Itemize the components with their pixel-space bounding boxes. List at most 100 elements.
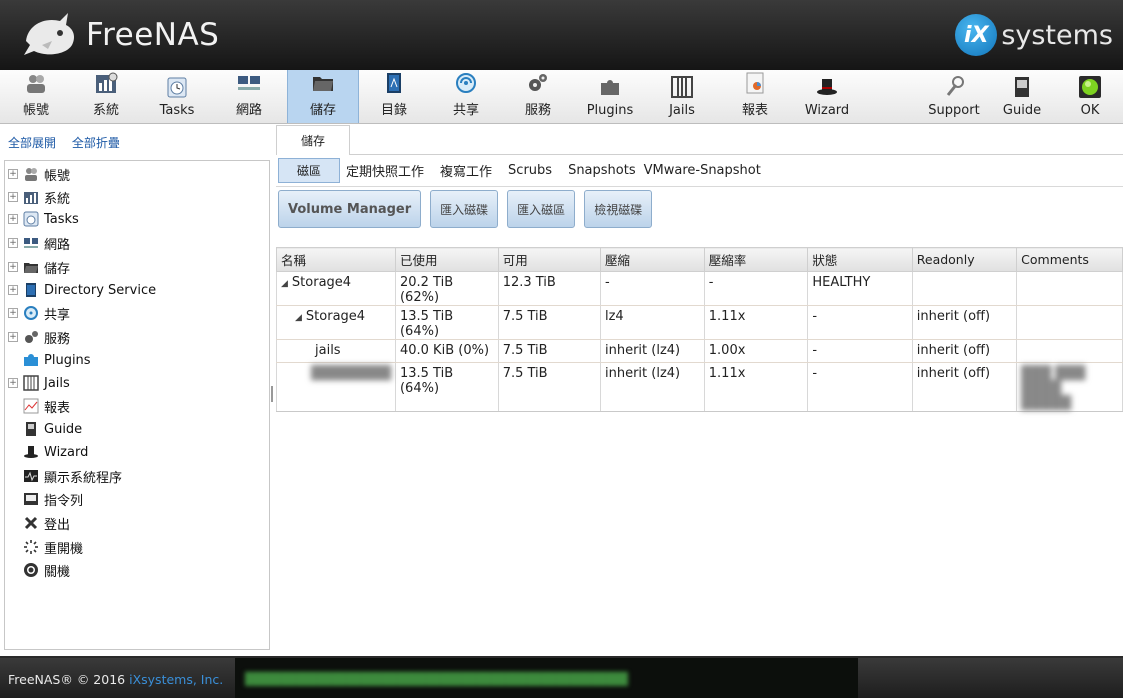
tree-item-wizard[interactable]: Wizard [5, 442, 88, 462]
power-icon [23, 562, 39, 578]
toolbar-reports[interactable]: 報表 [719, 70, 791, 123]
toolbar-label: 系統 [92, 103, 119, 118]
toolbar-support[interactable]: Support [918, 70, 990, 123]
tab-storage[interactable]: 儲存 [276, 125, 350, 155]
subtab-periodic-snapshots[interactable]: 定期快照工作 [346, 161, 424, 180]
directory-icon [23, 282, 39, 298]
cell-comments [1016, 339, 1123, 363]
volume-manager-button[interactable]: Volume Manager [278, 190, 422, 228]
collapse-caret-icon[interactable]: ◢ [295, 313, 302, 323]
subtab-snapshots[interactable]: Snapshots [568, 163, 636, 178]
cell-used: 13.5 TiB (64%) [394, 305, 499, 340]
pane-splitter[interactable] [271, 386, 273, 402]
tree-item-guide[interactable]: Guide [5, 419, 82, 439]
cell-available: 7.5 TiB [497, 362, 601, 412]
cell-ratio: 1.11x [703, 305, 809, 340]
column-compression[interactable]: 壓縮 [599, 247, 705, 272]
row-name: jails [315, 343, 341, 358]
logout-x-icon [23, 515, 39, 531]
tree-item-label: 關機 [44, 564, 71, 580]
tree-item-label: 指令列 [44, 493, 84, 509]
subtab-scrubs[interactable]: Scrubs [508, 163, 552, 178]
cell-available: 7.5 TiB [497, 305, 601, 340]
table-row[interactable]: ████████ 13.5 TiB (64%) 7.5 TiB inherit … [276, 362, 1123, 412]
console-message-bar[interactable]: ████████████████████████████████████████… [235, 658, 858, 698]
expand-icon[interactable]: + [8, 238, 18, 248]
expand-icon[interactable]: + [8, 262, 18, 272]
tree-item-label: Jails [44, 375, 70, 391]
tree-item-label: 共享 [44, 307, 71, 323]
import-volume-button[interactable]: 匯入磁區 [507, 190, 576, 228]
tree-item-label: 登出 [44, 517, 71, 533]
tree-item-storage[interactable]: + 儲存 [5, 257, 70, 277]
report-icon [23, 398, 39, 414]
expand-icon[interactable]: + [8, 308, 18, 318]
toolbar-plugins[interactable]: Plugins [574, 70, 646, 123]
subtab-vmware-snapshot[interactable]: VMware-Snapshot [644, 163, 761, 178]
network-icon [23, 235, 39, 251]
expand-icon[interactable]: + [8, 285, 18, 295]
toolbar-tasks[interactable]: Tasks [141, 70, 213, 123]
expand-icon[interactable]: + [8, 214, 18, 224]
tree-item-tasks[interactable]: + Tasks [5, 209, 79, 229]
report-icon [743, 71, 767, 95]
tree-item-directory-service[interactable]: + Directory Service [5, 280, 156, 300]
gears-icon [526, 71, 550, 95]
cell-compression: inherit (lz4) [599, 339, 705, 363]
toolbar-directory[interactable]: 目錄 [358, 70, 430, 123]
tree-item-system[interactable]: + 系統 [5, 187, 70, 207]
tree-item-reboot[interactable]: 重開機 [5, 537, 83, 557]
puzzle-icon [598, 75, 622, 99]
expand-icon[interactable]: + [8, 169, 18, 179]
column-compression-ratio[interactable]: 壓縮率 [703, 247, 809, 272]
column-status[interactable]: 狀態 [807, 247, 913, 272]
tree-item-jails[interactable]: + Jails [5, 373, 70, 393]
toolbar-services[interactable]: 服務 [502, 70, 574, 123]
tab-divider [350, 154, 1123, 155]
redacted-console-text: ████████████████████████████████████████… [245, 672, 628, 686]
table-row[interactable]: ◢ Storage4 13.5 TiB (64%) 7.5 TiB lz4 1.1… [276, 305, 1123, 340]
table-row[interactable]: jails 40.0 KiB (0%) 7.5 TiB inherit (lz4… [276, 339, 1123, 363]
column-comments[interactable]: Comments [1016, 247, 1123, 272]
tree-item-shutdown[interactable]: 關機 [5, 560, 70, 580]
navigation-tree: + 帳號 + 系統 + Tasks + 網路 + 儲存 + Directory … [4, 160, 270, 650]
collapse-caret-icon[interactable]: ◢ [281, 279, 288, 289]
expand-icon[interactable]: + [8, 332, 18, 342]
column-readonly[interactable]: Readonly [911, 247, 1018, 272]
import-disk-button[interactable]: 匯入磁碟 [430, 190, 499, 228]
subtab-volumes[interactable]: 磁區 [278, 157, 341, 183]
toolbar-sharing[interactable]: 共享 [430, 70, 502, 123]
table-row[interactable]: ◢ Storage4 20.2 TiB (62%) 12.3 TiB - - HE… [276, 271, 1123, 306]
tree-item-plugins[interactable]: Plugins [5, 350, 91, 370]
toolbar-jails[interactable]: Jails [646, 70, 718, 123]
tree-item-network[interactable]: + 網路 [5, 233, 70, 253]
toolbar-guide[interactable]: Guide [986, 70, 1058, 123]
toolbar-accounts[interactable]: 帳號 [0, 70, 72, 123]
column-used[interactable]: 已使用 [394, 247, 499, 272]
column-available[interactable]: 可用 [497, 247, 601, 272]
alert-ok-icon [1078, 75, 1102, 99]
expand-all-link[interactable]: 全部展開 [8, 136, 56, 150]
column-name[interactable]: 名稱 [276, 247, 396, 272]
toolbar-system[interactable]: 系統 [70, 70, 142, 123]
toolbar-wizard[interactable]: Wizard [791, 70, 863, 123]
tree-item-sharing[interactable]: + 共享 [5, 303, 70, 323]
vendor-name: systems [1001, 19, 1113, 51]
view-disks-button[interactable]: 檢視磁碟 [584, 190, 653, 228]
toolbar-storage[interactable]: 儲存 [287, 70, 359, 123]
company-link[interactable]: iXsystems, Inc. [129, 672, 223, 687]
collapse-all-link[interactable]: 全部折疊 [72, 136, 120, 150]
tree-item-shell[interactable]: 指令列 [5, 489, 83, 509]
directory-icon [382, 71, 406, 95]
toolbar-alert-ok[interactable]: OK [1054, 70, 1123, 123]
tree-item-reports[interactable]: 報表 [5, 396, 70, 416]
tree-item-process-monitor[interactable]: 顯示系統程序 [5, 466, 122, 486]
expand-icon[interactable]: + [8, 192, 18, 202]
tree-item-services[interactable]: + 服務 [5, 327, 70, 347]
subtab-replication[interactable]: 複寫工作 [440, 161, 492, 180]
expand-icon[interactable]: + [8, 378, 18, 388]
toolbar-network[interactable]: 網路 [213, 70, 285, 123]
tree-item-logout[interactable]: 登出 [5, 513, 70, 533]
cell-name: ████████ [276, 362, 396, 412]
tree-item-accounts[interactable]: + 帳號 [5, 164, 70, 184]
